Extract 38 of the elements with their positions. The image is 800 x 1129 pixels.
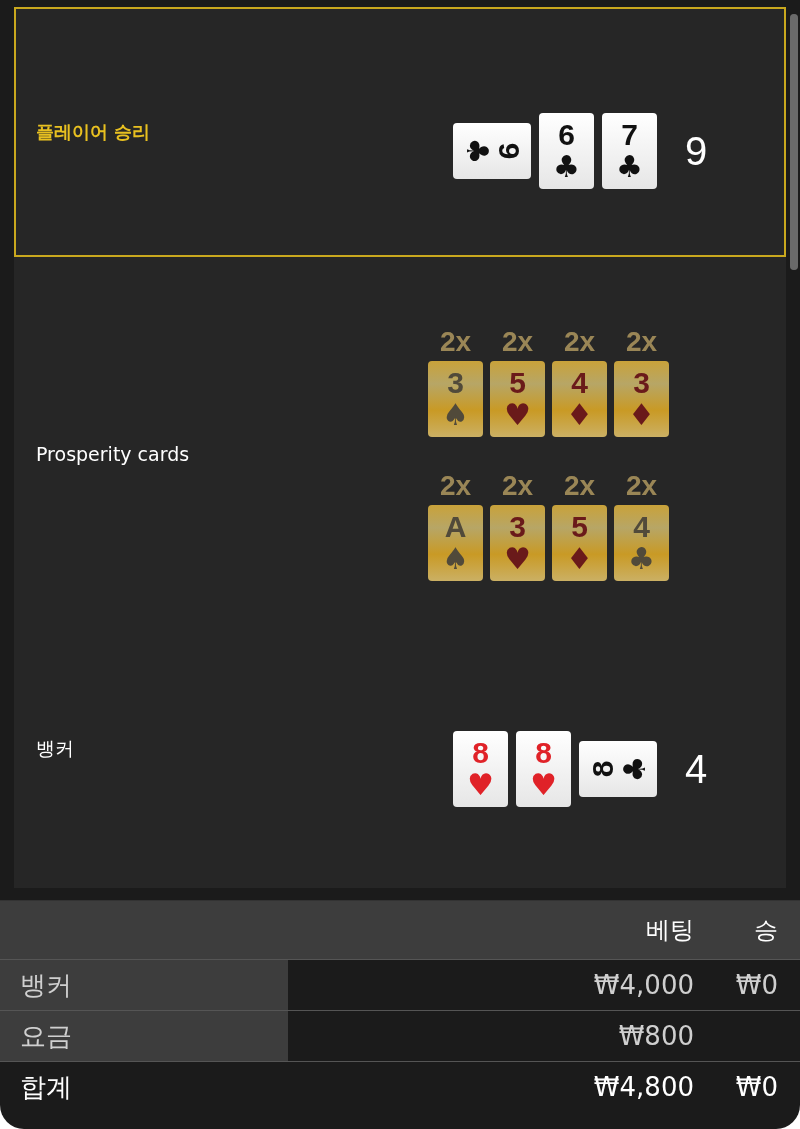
playing-card: 8 ♥ bbox=[516, 731, 571, 807]
column-header: 승 bbox=[753, 915, 778, 946]
section-label: Prosperity cards bbox=[35, 442, 191, 465]
column-header: 베팅 bbox=[646, 915, 694, 946]
multiplier-label: 2x bbox=[563, 326, 596, 357]
bet-amount: ₩4,800 bbox=[593, 1072, 694, 1102]
playing-card: 7 ♣ bbox=[602, 113, 657, 189]
win-amount: ₩0 bbox=[734, 970, 778, 1000]
prosperity-card: 4 ♣ bbox=[614, 504, 669, 581]
row-label: 뱅커 bbox=[0, 960, 288, 1010]
multiplier-label: 2x bbox=[625, 470, 658, 501]
multiplier-label: 2x bbox=[501, 470, 534, 501]
multiplier-label: 2x bbox=[501, 326, 534, 357]
playing-card: 6 ♣ bbox=[539, 113, 594, 189]
prosperity-card: 3 ♥ bbox=[490, 504, 545, 581]
prosperity-card: 5 ♥ bbox=[490, 360, 545, 437]
prosperity-card: 3 ♦ bbox=[614, 360, 669, 437]
bet-amount: ₩4,000 bbox=[593, 970, 694, 1000]
multiplier-label: 2x bbox=[439, 326, 472, 357]
multiplier-label: 2x bbox=[563, 470, 596, 501]
playing-card: 8 ♣ bbox=[579, 741, 657, 797]
scrollbar[interactable] bbox=[790, 14, 798, 270]
hand-score: 4 bbox=[685, 746, 708, 792]
row-label: 합계 bbox=[19, 1070, 73, 1104]
hand-label: 플레이어 승리 bbox=[35, 120, 152, 144]
playing-card: 9 ♣ bbox=[453, 123, 531, 179]
multiplier-label: 2x bbox=[439, 470, 472, 501]
multiplier-label: 2x bbox=[625, 326, 658, 357]
hand-label: 뱅커 bbox=[35, 736, 75, 761]
row-label: 요금 bbox=[0, 1011, 288, 1061]
playing-card: 8 ♥ bbox=[453, 731, 508, 807]
prosperity-card: 4 ♦ bbox=[552, 360, 607, 437]
win-amount: ₩0 bbox=[734, 1072, 778, 1102]
bet-amount: ₩800 bbox=[618, 1021, 694, 1051]
prosperity-card: A ♠ bbox=[428, 504, 483, 581]
hand-score: 9 bbox=[685, 128, 708, 174]
prosperity-card: 3 ♠ bbox=[428, 360, 483, 437]
prosperity-card: 5 ♦ bbox=[552, 504, 607, 581]
